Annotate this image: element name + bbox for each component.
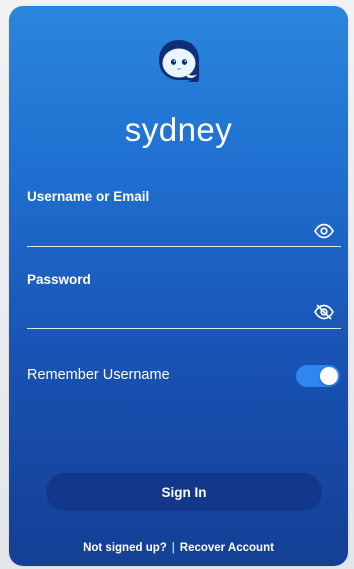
- password-label: Password: [27, 272, 91, 287]
- remember-username-toggle[interactable]: [296, 365, 340, 387]
- remember-username-label: Remember Username: [27, 367, 170, 383]
- password-underline: [27, 328, 341, 329]
- eye-icon[interactable]: [313, 223, 335, 239]
- sign-in-button[interactable]: Sign In: [46, 473, 322, 511]
- sign-up-link[interactable]: Not signed up?: [83, 542, 167, 554]
- recover-account-link[interactable]: Recover Account: [180, 542, 274, 554]
- footer-separator: |: [171, 542, 175, 554]
- username-underline: [27, 246, 341, 247]
- username-input[interactable]: [27, 218, 341, 244]
- login-card: sydney Username or Email Password Rememb…: [9, 6, 348, 566]
- footer-links: Not signed up? | Recover Account: [9, 542, 348, 554]
- sydney-mascot-icon: [159, 40, 200, 82]
- username-label: Username or Email: [27, 189, 150, 204]
- toggle-knob: [320, 367, 338, 385]
- eye-off-icon[interactable]: [313, 304, 335, 320]
- password-input[interactable]: [27, 300, 341, 326]
- brand-name: sydney: [124, 111, 233, 148]
